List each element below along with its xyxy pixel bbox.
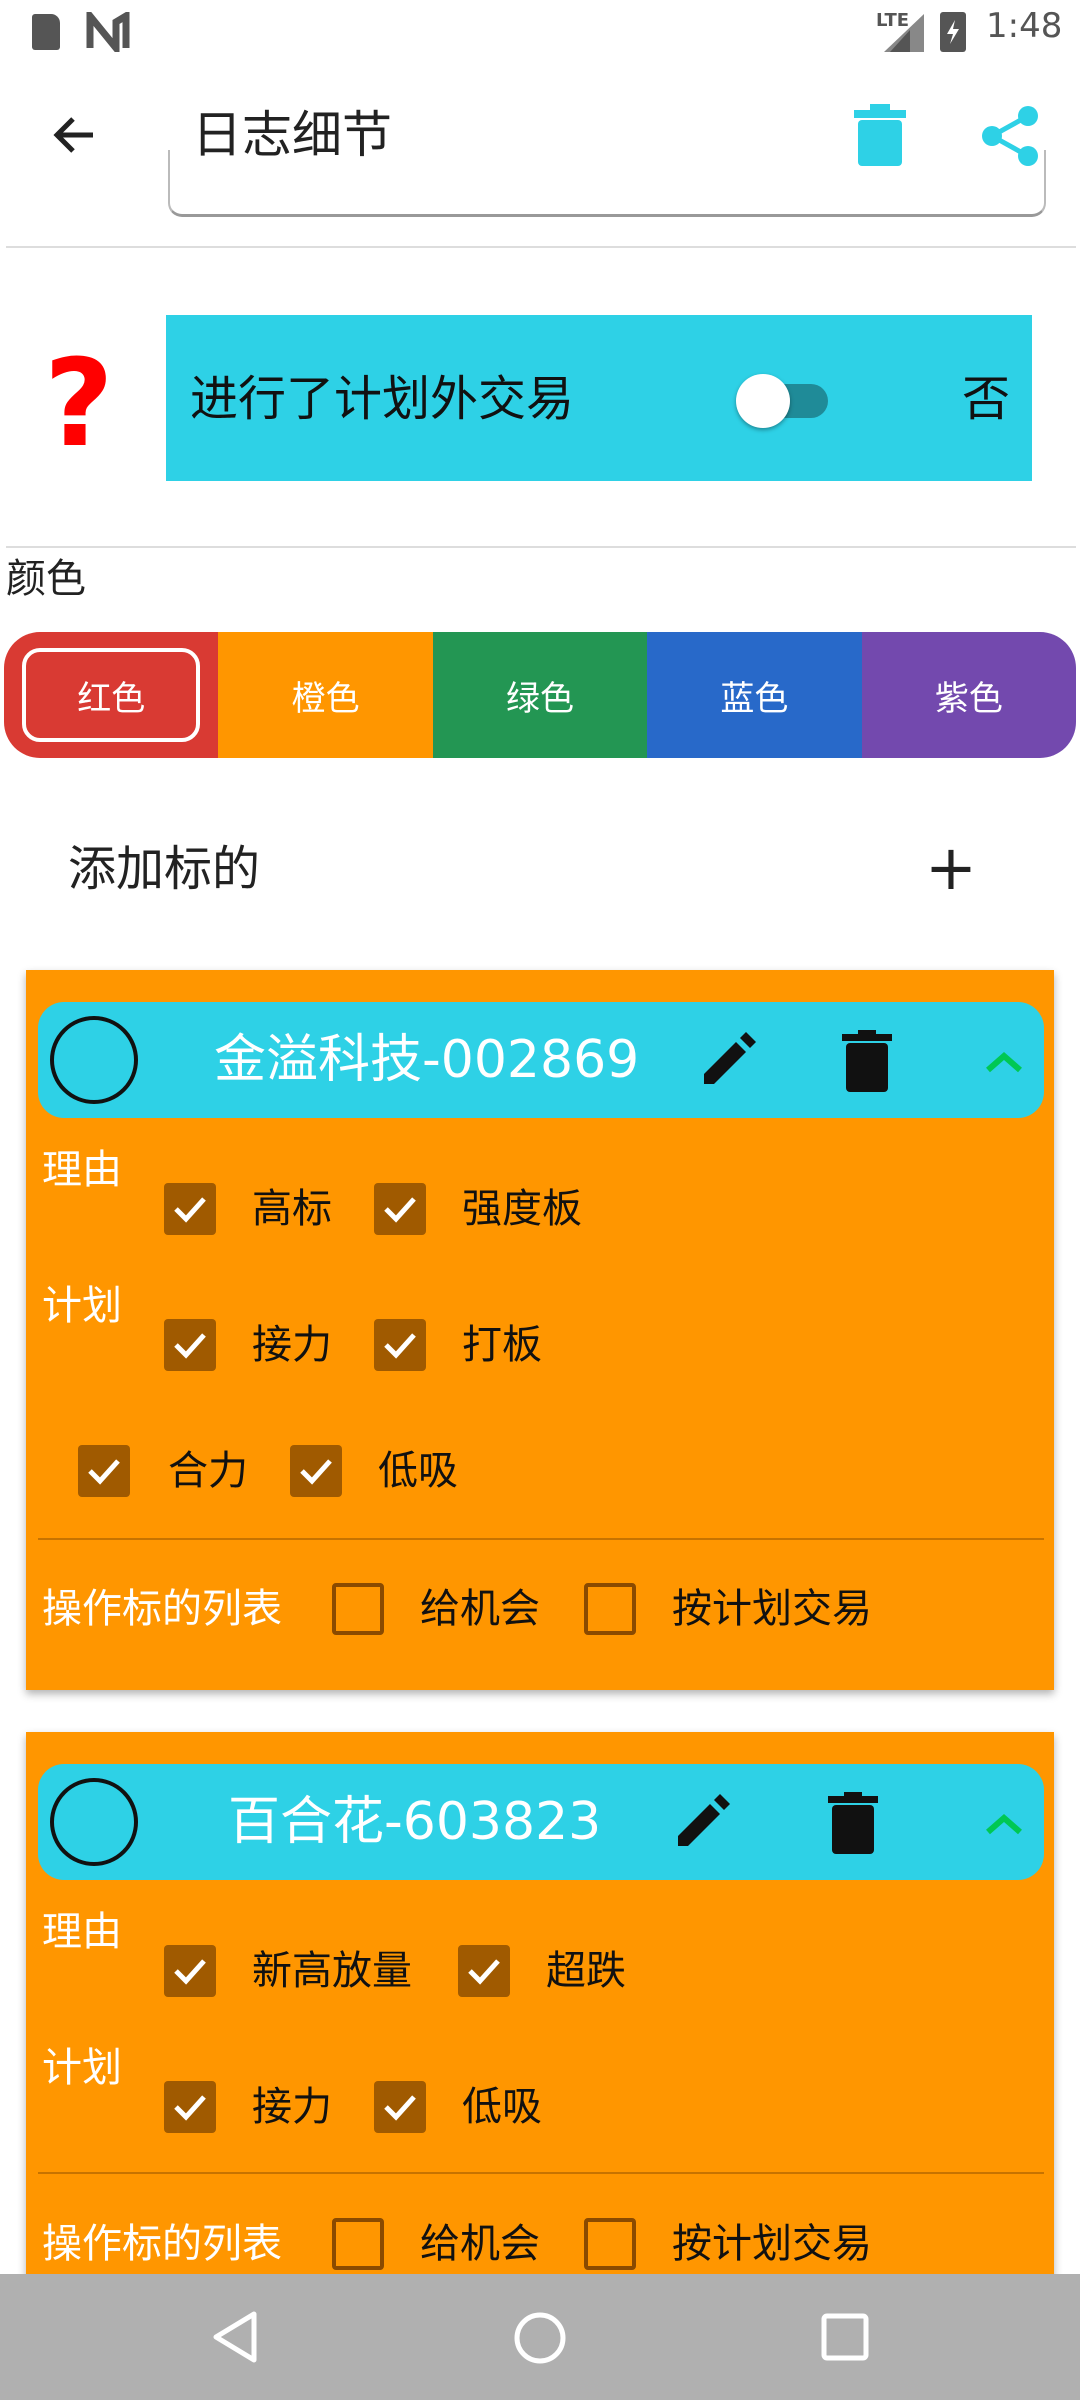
plan-option-label: 接力 [252,1322,332,1368]
color-option-orange[interactable]: 橙色 [218,632,433,758]
reason-option-label: 高标 [252,1186,332,1232]
select-circle[interactable] [50,1778,138,1866]
divider [38,2172,1044,2174]
plan-label: 计划 [42,1283,122,1329]
reason-label: 理由 [42,1909,122,1955]
ops-list-label: 操作标的列表 [42,2221,282,2267]
plan-option-label: 打板 [462,1322,542,1368]
chevron-up-icon[interactable] [984,1812,1024,1836]
clock: 1:48 [986,6,1063,46]
plan-label: 计划 [42,2045,122,2091]
signal-icon [884,14,924,52]
plan-option-label: 合力 [168,1448,248,1494]
target-name: 金溢科技-002869 [214,1030,640,1090]
divider [6,246,1076,248]
text-field-partial[interactable] [168,150,1046,217]
plan-option-label: 接力 [252,2084,332,2130]
color-option-green[interactable]: 绿色 [432,632,648,758]
color-label: 橙色 [291,678,360,719]
unplanned-trade-label: 进行了计划外交易 [190,371,575,427]
nav-home-icon[interactable] [512,2310,568,2366]
navigation-bar [0,2274,1080,2400]
ops-option-label: 按计划交易 [672,1586,872,1632]
unplanned-toggle-switch[interactable] [736,374,790,428]
ops-option-label: 给机会 [420,2221,540,2267]
check-icon [468,1959,500,1985]
edit-icon[interactable] [670,1790,734,1854]
check-icon [384,1197,416,1223]
charging-icon [947,20,959,44]
chevron-up-icon[interactable] [984,1050,1024,1074]
checkbox[interactable] [332,2218,384,2270]
check-icon [174,1959,206,1985]
checkbox[interactable] [164,1319,216,1371]
checkbox[interactable] [164,1183,216,1235]
checkbox[interactable] [332,1583,384,1635]
add-target-label: 添加标的 [68,841,261,897]
checkbox[interactable] [584,1583,636,1635]
target-name: 百合花-603823 [228,1792,602,1852]
ops-list-label: 操作标的列表 [42,1586,282,1632]
ops-option-label: 按计划交易 [672,2221,872,2267]
plan-option-label: 低吸 [378,1448,458,1494]
n-notification-icon [86,12,130,52]
trash-icon[interactable] [828,1792,878,1854]
reason-label: 理由 [42,1147,122,1193]
reason-option-label: 强度板 [462,1186,582,1232]
select-circle[interactable] [50,1016,138,1104]
reason-option-label: 超跌 [546,1948,626,1994]
trash-icon[interactable] [842,1030,892,1092]
color-label: 紫色 [934,678,1003,719]
check-icon [174,1333,206,1359]
check-icon [384,2095,416,2121]
checkbox[interactable] [584,2218,636,2270]
unplanned-value: 否 [962,371,1011,427]
divider [38,1538,1044,1540]
checkbox[interactable] [290,1445,342,1497]
color-label: 蓝色 [720,678,789,719]
ops-option-label: 给机会 [420,1586,540,1632]
selected-ring [22,648,201,742]
divider [6,546,1076,548]
color-option-red[interactable]: 红色 [4,632,219,758]
question-icon: ? [44,335,114,474]
color-section-title: 颜色 [6,556,86,602]
check-icon [174,2095,206,2121]
color-label: 绿色 [506,678,575,719]
checkbox[interactable] [458,1945,510,1997]
color-selector: 红色 橙色 绿色 蓝色 紫色 [4,632,1076,758]
check-icon [174,1197,206,1223]
checkbox[interactable] [164,1945,216,1997]
plan-option-label: 低吸 [462,2084,542,2130]
arrow-back-icon [53,117,93,153]
back-button[interactable] [40,100,110,170]
checkbox[interactable] [164,2081,216,2133]
color-option-blue[interactable]: 蓝色 [647,632,862,758]
checkbox[interactable] [78,1445,130,1497]
add-target-button[interactable]: + [916,830,986,906]
checkbox[interactable] [374,2081,426,2133]
check-icon [384,1333,416,1359]
nav-back-icon[interactable] [210,2310,260,2364]
checkbox[interactable] [374,1319,426,1371]
status-bar: LTE 1:48 [0,0,1080,66]
reason-option-label: 新高放量 [252,1948,412,1994]
checkbox[interactable] [374,1183,426,1235]
edit-icon[interactable] [696,1028,760,1092]
nav-recents-icon[interactable] [820,2312,870,2362]
color-option-purple[interactable]: 紫色 [861,632,1076,758]
check-icon [88,1459,120,1485]
sd-card-icon [32,14,60,50]
check-icon [300,1459,332,1485]
